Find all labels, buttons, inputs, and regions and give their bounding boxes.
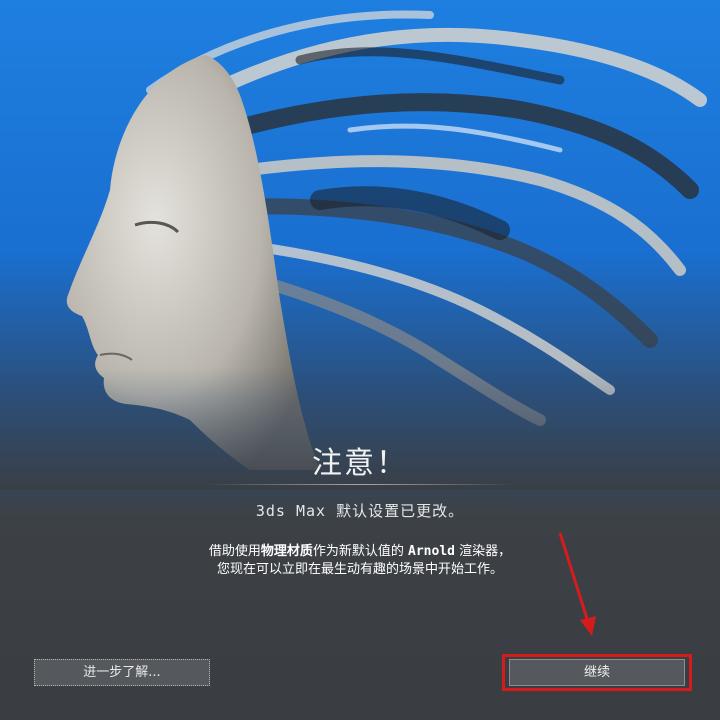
hero-artwork bbox=[0, 0, 720, 490]
description-line-2: 您现在可以立即在最生动有趣的场景中开始工作。 bbox=[216, 562, 503, 577]
description-text: 借助使用 bbox=[208, 544, 261, 559]
title-divider bbox=[205, 484, 515, 485]
dialog-title: 注意！ bbox=[312, 446, 408, 481]
continue-button[interactable]: 继续 bbox=[509, 659, 685, 686]
dialog-subtitle: 3ds Max 默认设置已更改。 bbox=[255, 502, 465, 520]
description-text: 作为新默认值的 bbox=[312, 544, 409, 559]
description-renderer-name: Arnold bbox=[408, 544, 455, 559]
learn-more-button[interactable]: 进一步了解... bbox=[34, 659, 210, 686]
description-text: 渲染器， bbox=[455, 544, 512, 559]
startup-dialog: 注意！ 3ds Max 默认设置已更改。 借助使用物理材质作为新默认值的 Arn… bbox=[0, 0, 720, 720]
dialog-description: 借助使用物理材质作为新默认值的 Arnold 渲染器， 您现在可以立即在最生动有… bbox=[0, 543, 720, 579]
description-line-1: 借助使用物理材质作为新默认值的 Arnold 渲染器， bbox=[0, 543, 720, 561]
description-bold-term: 物理材质 bbox=[260, 544, 313, 559]
